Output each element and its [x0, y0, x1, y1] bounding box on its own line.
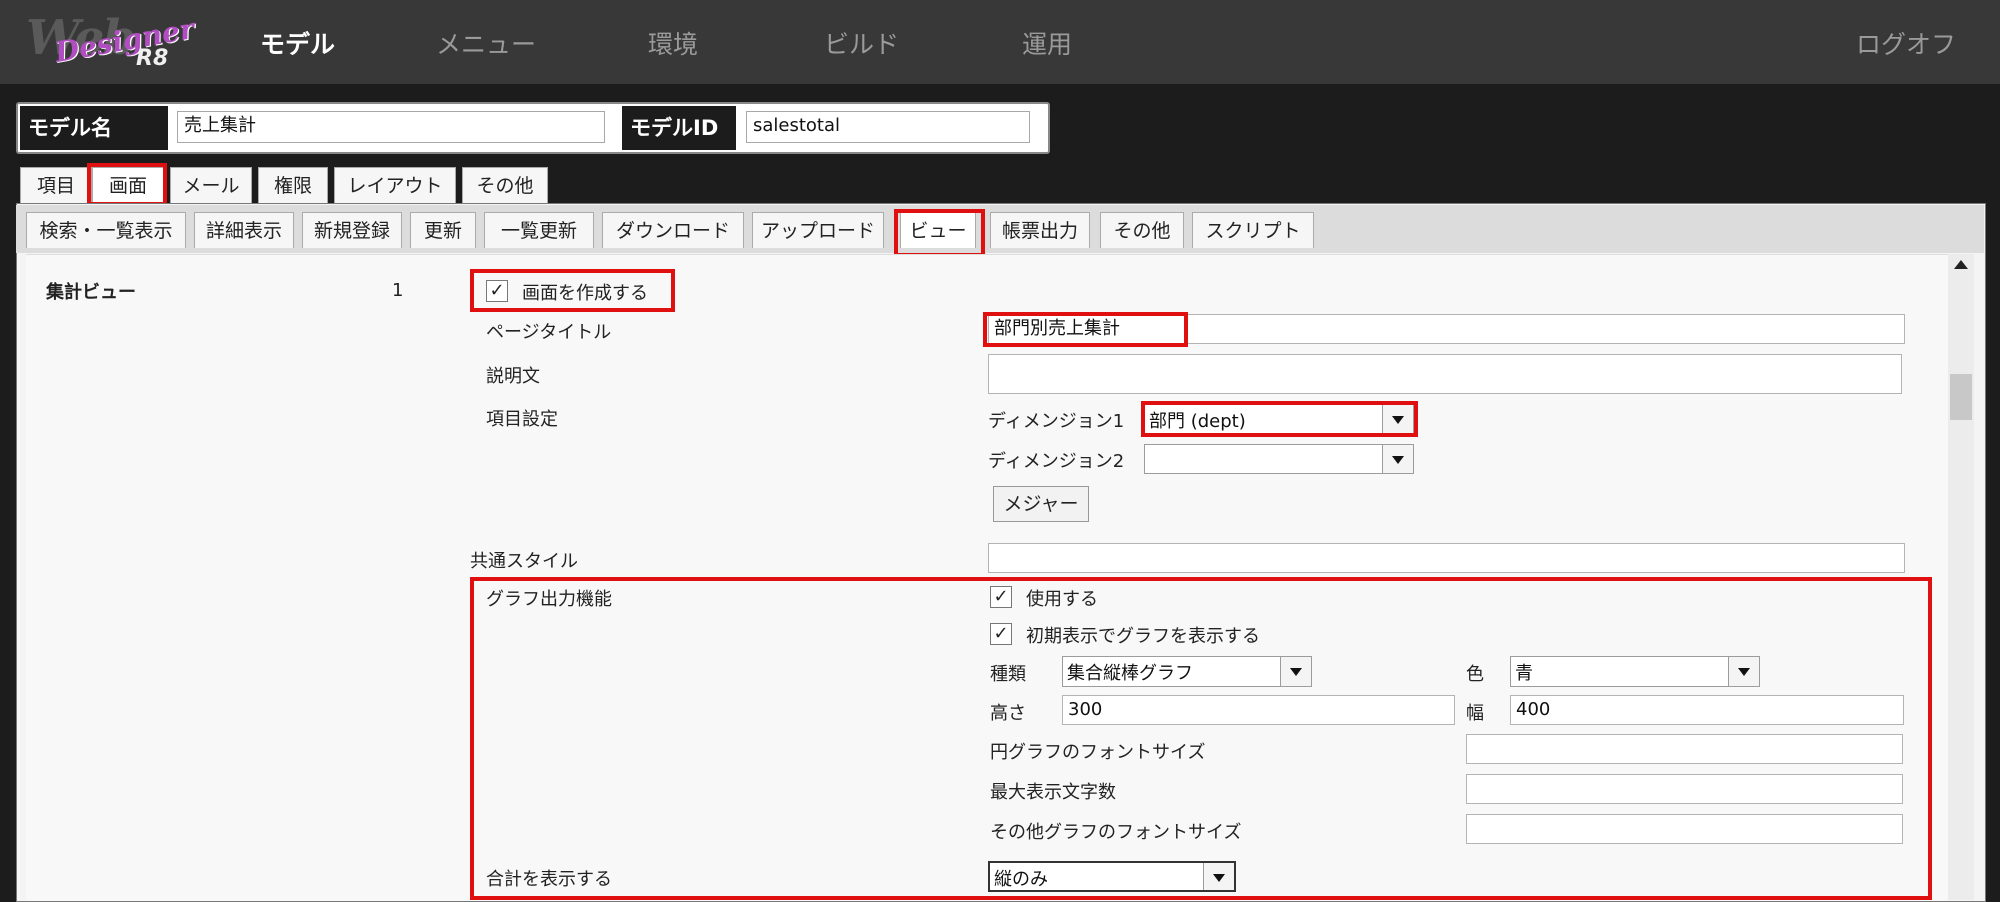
description-input[interactable]: [988, 354, 1902, 394]
subtab-search-list[interactable]: 検索・一覧表示: [26, 212, 186, 248]
dimension2-label: ディメンジョン2: [988, 451, 1125, 472]
nav-menu[interactable]: メニュー: [436, 25, 536, 61]
graph-height-input[interactable]: 300: [1062, 695, 1455, 725]
aggregate-view-label: 集計ビュー: [46, 282, 136, 303]
create-screen-checkbox[interactable]: ✓: [486, 280, 508, 302]
chevron-down-icon[interactable]: [1382, 445, 1413, 473]
page-title-label: ページタイトル: [486, 322, 612, 343]
graph-color-select[interactable]: 青: [1510, 656, 1760, 687]
nav-operation[interactable]: 運用: [1022, 25, 1072, 61]
page-title-input[interactable]: 部門別売上集計: [988, 314, 1905, 344]
tab-other[interactable]: その他: [462, 167, 548, 203]
tab-layout[interactable]: レイアウト: [334, 167, 456, 203]
chevron-down-icon[interactable]: [1382, 405, 1413, 433]
show-total-value: 縦のみ: [994, 869, 1048, 890]
subtab-other[interactable]: その他: [1100, 212, 1184, 248]
subtab-report[interactable]: 帳票出力: [990, 212, 1090, 248]
subtab-script[interactable]: スクリプト: [1192, 212, 1314, 248]
use-graph-checkbox[interactable]: ✓: [990, 586, 1012, 608]
chevron-down-icon[interactable]: [1203, 863, 1234, 890]
graph-height-label: 高さ: [990, 703, 1026, 724]
graph-type-label: 種類: [990, 664, 1026, 685]
graph-width-label: 幅: [1466, 703, 1484, 724]
dimension1-label: ディメンジョン1: [988, 411, 1125, 432]
chevron-down-icon[interactable]: [1280, 657, 1311, 686]
show-total-select[interactable]: 縦のみ: [988, 861, 1236, 892]
subtab-detail[interactable]: 詳細表示: [194, 212, 294, 248]
graph-type-value: 集合縦棒グラフ: [1067, 663, 1193, 684]
initial-graph-checkbox[interactable]: ✓: [990, 623, 1012, 645]
description-label: 説明文: [486, 366, 540, 387]
tab-permission[interactable]: 権限: [258, 167, 328, 203]
subtab-upload[interactable]: アップロード: [752, 212, 884, 248]
graph-color-value: 青: [1515, 663, 1533, 684]
webdesigner-logo[interactable]: Web Designer R8: [26, 10, 197, 72]
nav-environment[interactable]: 環境: [648, 25, 698, 61]
common-style-label: 共通スタイル: [470, 551, 578, 572]
nav-build[interactable]: ビルド: [824, 25, 899, 61]
top-navigation-bar: Web Designer R8 モデル メニュー 環境 ビルド 運用 ログオフ: [0, 0, 2000, 84]
tab-screen[interactable]: 画面: [92, 167, 164, 203]
logoff-link[interactable]: ログオフ: [1856, 25, 1956, 61]
item-settings-label: 項目設定: [486, 409, 558, 430]
model-info-box: モデル名 売上集計 モデルID salestotal: [16, 102, 1050, 154]
nav-model[interactable]: モデル: [260, 25, 335, 61]
subtab-download[interactable]: ダウンロード: [602, 212, 744, 248]
scroll-up-icon[interactable]: [1954, 260, 1968, 269]
scroll-thumb[interactable]: [1950, 374, 1972, 420]
subtab-view[interactable]: ビュー: [900, 212, 976, 248]
subtab-bulk-update[interactable]: 一覧更新: [484, 212, 594, 248]
model-name-label: モデル名: [20, 106, 168, 150]
tab-items[interactable]: 項目: [20, 167, 92, 203]
tab-mail[interactable]: メール: [170, 167, 252, 203]
dimension2-select[interactable]: [1144, 444, 1414, 474]
vertical-scrollbar[interactable]: [1948, 254, 1974, 900]
model-id-input[interactable]: salestotal: [746, 111, 1030, 143]
max-chars-label: 最大表示文字数: [990, 782, 1116, 803]
graph-output-label: グラフ出力機能: [486, 589, 612, 610]
chevron-down-icon[interactable]: [1728, 657, 1759, 686]
dimension1-value: 部門 (dept): [1149, 411, 1246, 432]
graph-width-input[interactable]: 400: [1510, 695, 1904, 725]
graph-color-label: 色: [1466, 664, 1484, 685]
use-graph-label: 使用する: [1026, 589, 1098, 610]
subtab-update[interactable]: 更新: [410, 212, 476, 248]
dimension1-select[interactable]: 部門 (dept): [1144, 404, 1414, 434]
measure-button[interactable]: メジャー: [993, 486, 1089, 522]
model-name-input[interactable]: 売上集計: [177, 111, 605, 143]
view-index: 1: [392, 280, 404, 301]
show-total-label: 合計を表示する: [486, 869, 612, 890]
subtab-new[interactable]: 新規登録: [302, 212, 402, 248]
common-style-input[interactable]: [988, 543, 1905, 573]
logo-version: R8: [136, 46, 169, 71]
max-chars-input[interactable]: [1466, 774, 1903, 804]
other-font-size-input[interactable]: [1466, 814, 1903, 844]
create-screen-label: 画面を作成する: [522, 283, 648, 304]
graph-type-select[interactable]: 集合縦棒グラフ: [1062, 656, 1312, 687]
initial-graph-label: 初期表示でグラフを表示する: [1026, 626, 1260, 647]
pie-font-size-label: 円グラフのフォントサイズ: [990, 742, 1206, 763]
model-id-label: モデルID: [622, 106, 736, 150]
pie-font-size-input[interactable]: [1466, 734, 1903, 764]
other-font-size-label: その他グラフのフォントサイズ: [990, 822, 1242, 843]
